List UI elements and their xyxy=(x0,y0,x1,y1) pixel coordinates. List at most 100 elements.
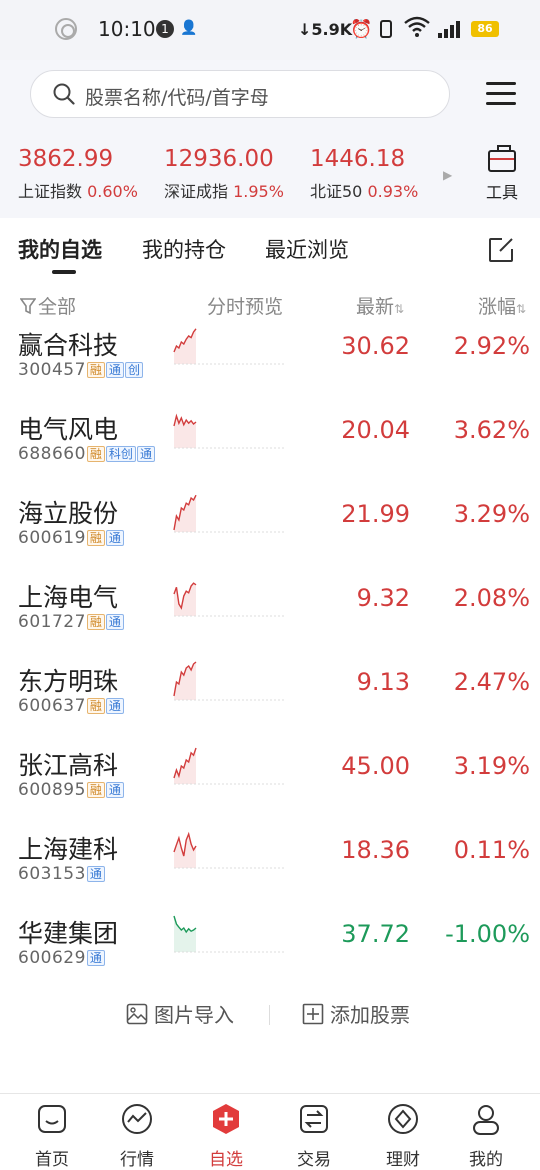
change-header-label: 涨幅 xyxy=(478,296,517,318)
stock-price: 30.62 xyxy=(341,332,410,360)
stock-change: 2.08% xyxy=(453,584,530,612)
stock-price: 21.99 xyxy=(341,500,410,528)
tab-recent[interactable]: 最近浏览 xyxy=(265,234,349,264)
latest-column-header[interactable]: 最新⇅ xyxy=(356,292,404,319)
stock-change: 2.92% xyxy=(453,332,530,360)
nav-finance[interactable]: 理财 xyxy=(373,1102,433,1170)
intraday-sparkline xyxy=(173,831,284,869)
stock-row[interactable]: 张江高科 600895 融通 45.00 3.19% xyxy=(0,746,540,830)
intraday-sparkline xyxy=(173,747,284,785)
nav-label: 自选 xyxy=(209,1150,243,1170)
index-change: 0.93% xyxy=(367,182,419,201)
stock-row[interactable]: 赢合科技 300457 融通创 30.62 2.92% xyxy=(0,326,540,410)
index-beizheng[interactable]: 1446.18 北证50 0.93% xyxy=(310,146,418,202)
stock-row[interactable]: 上海电气 601727 融通 9.32 2.08% xyxy=(0,578,540,662)
stock-price: 9.13 xyxy=(356,668,410,696)
nav-market[interactable]: 行情 xyxy=(107,1102,167,1170)
finance-icon xyxy=(388,1104,418,1134)
tab-my-holdings[interactable]: 我的持仓 xyxy=(142,234,226,264)
notification-count-badge: 1 xyxy=(156,20,174,38)
intraday-sparkline xyxy=(173,494,284,533)
stock-change: 3.62% xyxy=(453,416,530,444)
menu-icon[interactable] xyxy=(486,82,516,106)
index-value: 12936.00 xyxy=(164,146,274,172)
list-actions: 图片导入 添加股票 xyxy=(0,995,540,1035)
index-value: 1446.18 xyxy=(310,146,406,172)
action-divider xyxy=(269,1005,270,1025)
stock-row[interactable]: 东方明珠 600637 融通 9.13 2.47% xyxy=(0,661,540,746)
stock-price: 20.04 xyxy=(341,416,410,444)
watchlist-icon xyxy=(213,1104,239,1134)
index-shenzhen[interactable]: 12936.00 深证成指 1.95% xyxy=(164,146,284,202)
status-bar: 10:10 1 👤 ↓5.9K ⏰ 86 xyxy=(0,0,540,60)
stock-tag: 融 xyxy=(86,614,105,630)
image-import-label: 图片导入 xyxy=(154,1003,234,1027)
index-name: 深证成指 xyxy=(164,182,229,201)
stock-row[interactable]: 华建集团 600629 通 37.72 -1.00% xyxy=(0,914,540,998)
nav-label: 交易 xyxy=(297,1150,331,1170)
stock-code-line: 300457 融通创 xyxy=(18,360,143,380)
stock-code: 601727 xyxy=(18,612,86,632)
stock-tag: 通 xyxy=(105,362,124,378)
tools-button[interactable]: 工具 xyxy=(484,145,520,203)
stock-tag: 通 xyxy=(105,698,124,714)
stock-price: 18.36 xyxy=(341,836,410,864)
nav-trade[interactable]: 交易 xyxy=(284,1102,344,1170)
stock-code: 603153 xyxy=(18,864,86,884)
tools-label: 工具 xyxy=(485,183,518,202)
add-stock-button[interactable]: 添加股票 xyxy=(302,999,410,1028)
preview-column-header: 分时预览 xyxy=(207,296,284,318)
stock-change: 3.29% xyxy=(453,500,530,528)
stock-row[interactable]: 海立股份 600619 融通 21.99 3.29% xyxy=(0,494,540,578)
watchlist-tabs: 我的自选 我的持仓 最近浏览 xyxy=(0,218,540,284)
stock-tag: 创 xyxy=(124,362,143,378)
index-change: 0.60% xyxy=(87,182,138,201)
stock-row[interactable]: 上海建科 603153 通 18.36 0.11% xyxy=(0,830,540,914)
vibrate-icon xyxy=(380,20,392,38)
tab-my-watchlist[interactable]: 我的自选 xyxy=(18,234,102,264)
index-value: 3862.99 xyxy=(18,146,114,172)
chevron-right-icon[interactable]: ▶ xyxy=(443,168,452,182)
edit-icon[interactable] xyxy=(488,237,514,263)
stock-code-line: 601727 融通 xyxy=(18,612,124,632)
intraday-sparkline xyxy=(173,582,284,617)
nav-profile[interactable]: 我的 xyxy=(456,1102,516,1170)
index-name: 北证50 xyxy=(310,182,363,201)
home-icon xyxy=(38,1105,66,1133)
stock-code: 600637 xyxy=(18,696,86,716)
stock-tag: 通 xyxy=(86,866,105,882)
market-icon xyxy=(122,1104,152,1134)
stock-name: 东方明珠 xyxy=(18,667,119,696)
add-stock-label: 添加股票 xyxy=(330,1003,410,1027)
stock-name: 上海建科 xyxy=(18,835,119,864)
battery-icon: 86 xyxy=(471,21,499,37)
nav-watchlist[interactable]: 自选 xyxy=(196,1102,256,1170)
search-input[interactable]: 股票名称/代码/首字母 xyxy=(30,70,450,118)
stock-name: 电气风电 xyxy=(18,415,119,444)
stock-code-line: 688660 融科创通 xyxy=(18,444,155,464)
stock-change: 3.19% xyxy=(453,752,530,780)
stock-price: 45.00 xyxy=(341,752,410,780)
wifi-icon xyxy=(404,16,430,43)
nav-home[interactable]: 首页 xyxy=(22,1102,82,1170)
stock-row[interactable]: 电气风电 688660 融科创通 20.04 3.62% xyxy=(0,410,540,494)
status-time: 10:10 xyxy=(98,17,156,41)
profile-icon xyxy=(473,1105,499,1135)
sparkline-area xyxy=(174,583,196,616)
stock-name: 张江高科 xyxy=(18,751,119,780)
stock-code: 600895 xyxy=(18,780,86,800)
nav-label: 首页 xyxy=(35,1150,69,1170)
intraday-sparkline xyxy=(173,328,284,365)
index-shanghai[interactable]: 3862.99 上证指数 0.60% xyxy=(18,146,138,202)
toolbox-icon xyxy=(488,145,516,172)
index-name: 上证指数 xyxy=(18,182,83,201)
sparkline-area xyxy=(174,416,196,448)
image-icon xyxy=(126,1003,148,1024)
image-import-button[interactable]: 图片导入 xyxy=(126,999,234,1028)
change-column-header[interactable]: 涨幅⇅ xyxy=(478,292,526,319)
stock-tag: 通 xyxy=(105,530,124,546)
filter-button[interactable]: 全部 xyxy=(20,292,76,319)
stock-code: 300457 xyxy=(18,360,86,380)
intraday-sparkline xyxy=(173,915,284,953)
nav-label: 理财 xyxy=(386,1150,420,1170)
